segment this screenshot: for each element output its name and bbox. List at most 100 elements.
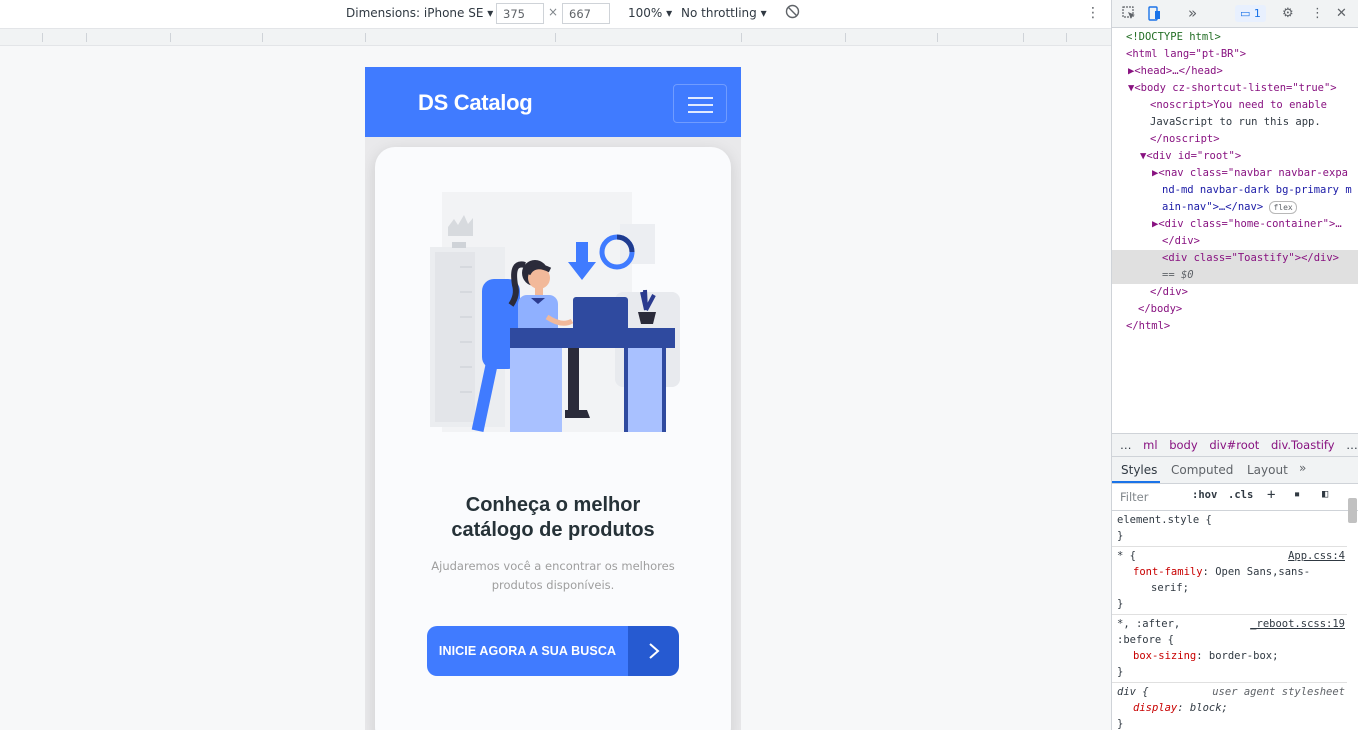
- menu-toggle-button[interactable]: [673, 84, 727, 123]
- rule-close: }: [1117, 530, 1124, 542]
- dom-node[interactable]: <!DOCTYPE html>: [1112, 29, 1358, 46]
- dom-breadcrumbs: … ml body div#root div.Toastify …: [1112, 433, 1358, 457]
- zoom-select[interactable]: 100% ▾: [628, 6, 672, 20]
- ruler-tick: [42, 33, 43, 42]
- rule-selector-cont[interactable]: :before {: [1117, 632, 1343, 648]
- tab-computed[interactable]: Computed: [1171, 463, 1233, 477]
- chat-icon: ▭: [1240, 7, 1251, 20]
- person-at-desk-illustration: [430, 192, 680, 433]
- page-subtitle: Ajudaremos você a encontrar os melhores …: [431, 559, 675, 592]
- breadcrumb-item[interactable]: body: [1169, 438, 1197, 452]
- dom-node[interactable]: <noscript>You need to enable: [1112, 97, 1358, 114]
- style-property[interactable]: font-family: Open Sans,sans-: [1117, 564, 1343, 580]
- rule-selector[interactable]: element.style {: [1117, 512, 1343, 528]
- breadcrumb-item[interactable]: ml: [1143, 438, 1157, 452]
- issues-badge[interactable]: ▭ 1: [1235, 5, 1266, 22]
- dom-node[interactable]: ▶<nav class="navbar navbar-expa: [1112, 165, 1358, 182]
- close-icon[interactable]: ✕: [1336, 6, 1347, 21]
- ruler-tick: [937, 33, 938, 42]
- elements-dom-tree[interactable]: <!DOCTYPE html> <html lang="pt-BR"> ▶<he…: [1112, 29, 1358, 433]
- rule-close: }: [1117, 718, 1124, 730]
- ruler-tick: [262, 33, 263, 42]
- dom-node[interactable]: ▶<head>…</head>: [1112, 63, 1358, 80]
- dom-node-text: JavaScript to run this app.: [1150, 116, 1321, 128]
- page-title: Conheça o melhor catálogo de produtos: [451, 494, 655, 541]
- rule-source-label: user agent stylesheet: [1212, 686, 1345, 698]
- brand-logo-text[interactable]: DS Catalog: [418, 90, 533, 116]
- breadcrumb-item[interactable]: div.Toastify: [1271, 438, 1335, 452]
- dom-node[interactable]: <html lang="pt-BR">: [1112, 46, 1358, 63]
- device-dimensions-select[interactable]: Dimensions: iPhone SE ▾: [346, 6, 493, 20]
- more-options-icon[interactable]: ⋮: [1311, 6, 1324, 21]
- more-tabs-icon[interactable]: »: [1299, 461, 1306, 475]
- rotate-disabled-icon[interactable]: [785, 4, 800, 22]
- property-value: Open Sans,sans-: [1215, 566, 1311, 578]
- flex-badge[interactable]: flex: [1269, 200, 1297, 214]
- styles-scrollbar[interactable]: [1348, 498, 1357, 523]
- main-navbar: DS Catalog: [365, 67, 741, 137]
- style-rule: *, :after, :before { _reboot.scss:19 box…: [1112, 615, 1347, 683]
- device-toolbar: Dimensions: iPhone SE ▾ 375 × 667 100% ▾…: [0, 0, 1111, 28]
- tab-layout[interactable]: Layout: [1247, 463, 1288, 477]
- rule-close: }: [1117, 666, 1124, 678]
- times-separator: ×: [548, 5, 559, 19]
- ruler-tick: [555, 33, 556, 42]
- hamburger-line: [688, 104, 713, 106]
- style-rule: div { user agent stylesheet display: blo…: [1112, 683, 1347, 730]
- dom-node[interactable]: ▼<body cz-shortcut-listen="true">: [1112, 80, 1358, 97]
- devtools-panel: » ▭ 1 ⚙ ⋮ ✕ <!DOCTYPE html> <html lang="…: [1111, 0, 1358, 730]
- more-panels-icon[interactable]: »: [1188, 4, 1197, 22]
- settings-gear-icon[interactable]: ⚙: [1282, 6, 1294, 21]
- ruler-tick: [86, 33, 87, 42]
- dom-node-text: nd-md navbar-dark bg-primary m: [1162, 184, 1352, 196]
- phone-viewport: DS Catalog Conheça o melhor catálogo de …: [365, 67, 741, 730]
- dom-node[interactable]: </html>: [1112, 318, 1358, 335]
- caret-down-icon: ▾: [760, 6, 767, 20]
- breadcrumb-item[interactable]: …: [1346, 438, 1358, 452]
- dom-node[interactable]: </noscript>: [1112, 131, 1358, 148]
- dom-node[interactable]: ain-nav">…</nav> flex: [1112, 199, 1358, 216]
- dom-node-text: ain-nav">…</nav>: [1162, 201, 1264, 213]
- ruler-tick: [1066, 33, 1067, 42]
- device-toolbar-icon[interactable]: [1147, 6, 1161, 25]
- styles-filter-input[interactable]: Filter: [1120, 490, 1148, 504]
- dom-node[interactable]: ▼<div id="root">: [1112, 148, 1358, 165]
- more-options-icon[interactable]: ⋮: [1086, 5, 1100, 21]
- issues-count: 1: [1253, 7, 1261, 20]
- active-tab-indicator: [1112, 481, 1160, 483]
- tab-styles[interactable]: Styles: [1121, 463, 1157, 477]
- dom-node[interactable]: </body>: [1112, 301, 1358, 318]
- dom-node-selected[interactable]: <div class="Toastify"></div>: [1112, 250, 1358, 267]
- ruler-tick: [1023, 33, 1024, 42]
- hamburger-line: [688, 111, 713, 113]
- rule-source-link[interactable]: _reboot.scss:19: [1250, 616, 1345, 632]
- hov-toggle[interactable]: :hov: [1192, 489, 1217, 501]
- property-name: display: [1133, 702, 1178, 714]
- breadcrumb-item[interactable]: …: [1120, 438, 1132, 452]
- rule-close: }: [1117, 598, 1124, 610]
- paint-brush-icon[interactable]: ▪: [1294, 488, 1300, 500]
- sidebar-toggle-icon[interactable]: ◧: [1322, 488, 1328, 500]
- property-name: box-sizing: [1133, 650, 1197, 662]
- throttling-select[interactable]: No throttling ▾: [681, 6, 767, 20]
- style-property[interactable]: box-sizing: border-box;: [1117, 648, 1343, 664]
- rule-source-link[interactable]: App.css:4: [1288, 548, 1345, 564]
- dom-node[interactable]: </div>: [1112, 284, 1358, 301]
- viewport-height-input[interactable]: 667: [562, 3, 610, 24]
- cls-toggle[interactable]: .cls: [1228, 489, 1253, 501]
- devtools-toolbar: » ▭ 1 ⚙ ⋮ ✕: [1112, 0, 1358, 28]
- new-style-rule-icon[interactable]: +: [1267, 487, 1275, 503]
- home-card: Conheça o melhor catálogo de produtos Aj…: [375, 147, 731, 730]
- hamburger-line: [688, 97, 713, 99]
- dom-node[interactable]: ▶<div class="home-container">…: [1112, 216, 1358, 233]
- styles-rules-pane: element.style { } * { App.css:4 font-fam…: [1112, 511, 1347, 730]
- caret-down-icon: ▾: [666, 6, 673, 20]
- dom-node[interactable]: </div>: [1112, 233, 1358, 250]
- breadcrumb-item[interactable]: div#root: [1209, 438, 1259, 452]
- throttling-label: No throttling: [681, 6, 757, 20]
- media-query-ruler: [0, 28, 1111, 46]
- ruler-tick: [741, 33, 742, 42]
- viewport-width-input[interactable]: 375: [496, 3, 544, 24]
- inspect-element-icon[interactable]: [1122, 6, 1136, 24]
- start-search-button[interactable]: INICIE AGORA A SUA BUSCA: [427, 626, 679, 676]
